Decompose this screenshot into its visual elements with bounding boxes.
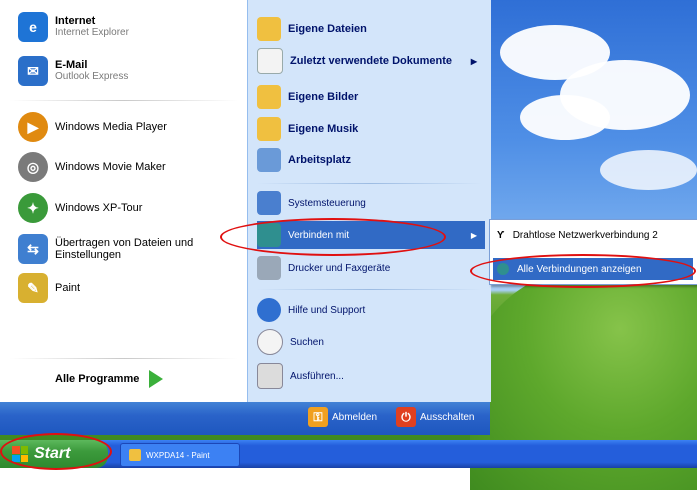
paint-icon	[129, 449, 141, 461]
start-menu-footer: ⚿ Abmelden ⏻ Ausschalten	[0, 402, 490, 435]
recent-documents-icon	[257, 48, 283, 74]
outlook-express-icon: ✉	[18, 56, 48, 86]
my-music-icon	[257, 117, 281, 141]
menu-item-email[interactable]: ✉ E-Mail Outlook Express	[18, 52, 128, 90]
help-icon	[257, 298, 281, 322]
menu-item-movie-maker[interactable]: ◎ Windows Movie Maker	[18, 150, 166, 184]
search-icon	[257, 329, 283, 355]
submenu-item-wireless[interactable]: Ƴ Drahtlose Netzwerkverbindung 2	[493, 224, 693, 246]
shutdown-button[interactable]: ⏻ Ausschalten	[396, 407, 474, 427]
printers-icon	[257, 256, 281, 280]
menu-item-control-panel[interactable]: Systemsteuerung	[257, 189, 485, 217]
menu-item-transfer-wizard[interactable]: ⇆ Übertragen von Dateien und Einstellung…	[18, 231, 218, 267]
xp-tour-icon: ✦	[18, 193, 48, 223]
menu-item-my-documents[interactable]: Eigene Dateien	[257, 15, 485, 43]
menu-item-recent-documents[interactable]: Zuletzt verwendete Dokumente ▶	[257, 47, 485, 75]
control-panel-icon	[257, 191, 281, 215]
menu-item-printers[interactable]: Drucker und Faxgeräte	[257, 254, 485, 282]
taskbar-item-paint[interactable]: WXPDA14 - Paint	[120, 443, 240, 467]
my-documents-icon	[257, 17, 281, 41]
my-pictures-icon	[257, 85, 281, 109]
submenu-arrow-icon: ▶	[470, 230, 477, 240]
menu-item-my-music[interactable]: Eigene Musik	[257, 115, 485, 143]
all-programs-button[interactable]: Alle Programme	[55, 370, 164, 388]
logoff-button[interactable]: ⚿ Abmelden	[308, 407, 377, 427]
start-menu-left-pane: e Internet Internet Explorer ✉ E-Mail Outl…	[0, 0, 247, 402]
internet-explorer-icon: e	[18, 12, 48, 42]
transfer-wizard-icon: ⇆	[18, 234, 48, 264]
menu-item-paint[interactable]: ✎ Paint	[18, 271, 80, 305]
menu-item-search[interactable]: Suchen	[257, 328, 485, 356]
key-icon: ⚿	[308, 407, 328, 427]
highlight-ring	[220, 218, 446, 256]
my-computer-icon	[257, 148, 281, 172]
paint-icon: ✎	[18, 273, 48, 303]
menu-item-run[interactable]: Ausführen...	[257, 362, 485, 390]
highlight-ring	[470, 254, 696, 288]
menu-item-my-computer[interactable]: Arbeitsplatz	[257, 146, 485, 174]
media-player-icon: ▶	[18, 112, 48, 142]
power-icon: ⏻	[396, 407, 416, 427]
menu-item-media-player[interactable]: ▶ Windows Media Player	[18, 110, 167, 144]
start-menu: e Internet Internet Explorer ✉ E-Mail Outl…	[0, 0, 491, 435]
menu-item-my-pictures[interactable]: Eigene Bilder	[257, 83, 485, 111]
highlight-ring	[0, 433, 112, 470]
submenu-arrow-icon: ▶	[470, 56, 477, 66]
menu-item-help[interactable]: Hilfe und Support	[257, 296, 485, 324]
menu-item-internet[interactable]: e Internet Internet Explorer	[18, 8, 129, 46]
run-icon	[257, 363, 283, 389]
wireless-icon: Ƴ	[497, 229, 505, 241]
menu-item-xp-tour[interactable]: ✦ Windows XP-Tour	[18, 191, 142, 225]
green-arrow-icon	[149, 370, 164, 388]
movie-maker-icon: ◎	[18, 152, 48, 182]
